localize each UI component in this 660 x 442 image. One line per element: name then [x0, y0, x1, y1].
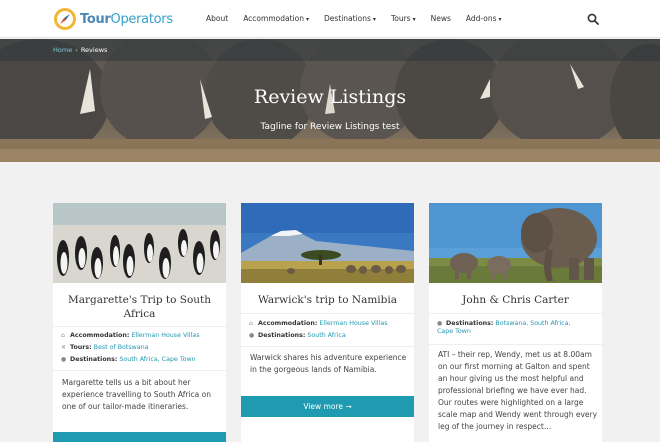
elephants-image[interactable]: [429, 203, 602, 283]
site-header: TourOperators About Accommodation ▾ Desti…: [0, 0, 660, 38]
page-title: Review Listings: [253, 86, 407, 108]
chevron-down-icon: ▾: [412, 16, 416, 23]
breadcrumb: Home › Reviews: [53, 46, 107, 54]
logo-text: TourOperators: [80, 11, 173, 27]
nav-destinations[interactable]: Destinations ▾: [324, 14, 376, 23]
home-icon: ⌂: [249, 320, 253, 327]
review-card: John & Chris Carter ● Destinations: Bots…: [429, 203, 602, 442]
tag-icon: ✕: [61, 344, 67, 351]
divider: [241, 346, 414, 347]
nav-add-ons[interactable]: Add-ons ▾: [466, 14, 502, 23]
globe-icon: ●: [249, 332, 255, 339]
main-nav: About Accommodation ▾ Destinations ▾ Tours…: [206, 14, 517, 23]
nav-news[interactable]: News: [431, 14, 451, 23]
divider: [429, 313, 602, 314]
view-more-button[interactable]: [53, 432, 226, 442]
divider: [53, 326, 226, 327]
hero-banner: Home › Reviews Review Listings Tagline for…: [0, 39, 660, 162]
card-title[interactable]: Warwick's trip to Namibia: [249, 293, 406, 307]
review-card: Margarette's Trip to South Africa ⌂ Acco…: [53, 203, 226, 442]
nav-accommodation[interactable]: Accommodation ▾: [243, 14, 309, 23]
card-excerpt: Margarette tells us a bit about her expe…: [62, 378, 211, 411]
review-card: Warwick's trip to Namibia ⌂ Accommodatio…: [241, 203, 414, 442]
globe-icon: ●: [437, 320, 443, 327]
accommodation-link[interactable]: Ellerman House Villas: [319, 320, 387, 327]
search-icon[interactable]: [587, 13, 599, 25]
penguins-image[interactable]: [53, 203, 226, 283]
chevron-down-icon: ▾: [498, 16, 502, 23]
card-meta: ⌂ Accommodation: Ellerman House Villas ●…: [249, 320, 388, 339]
divider: [429, 344, 602, 345]
nav-tours[interactable]: Tours ▾: [391, 14, 416, 23]
compass-icon: [54, 8, 76, 30]
tours-link[interactable]: Best of Botswana: [94, 344, 149, 351]
globe-icon: ●: [61, 356, 67, 363]
breadcrumb-home[interactable]: Home: [53, 46, 72, 54]
home-icon: ⌂: [61, 332, 65, 339]
destinations-link[interactable]: South Africa, Cape Town: [119, 356, 195, 363]
card-title[interactable]: Margarette's Trip to South Africa: [61, 293, 218, 321]
view-more-button[interactable]: View more →: [241, 396, 414, 417]
card-excerpt: ATI – their rep, Wendy, met us at 8.00am…: [438, 350, 598, 431]
chevron-down-icon: ▾: [305, 16, 309, 23]
card-title[interactable]: John & Chris Carter: [437, 293, 594, 307]
kilimanjaro-image[interactable]: [241, 203, 414, 283]
accommodation-link[interactable]: Ellerman House Villas: [131, 332, 199, 339]
destinations-link[interactable]: South Africa: [307, 332, 345, 339]
page-tagline: Tagline for Review Listings test: [260, 122, 400, 132]
breadcrumb-current: Reviews: [80, 46, 108, 54]
card-meta: ⌂ Accommodation: Ellerman House Villas ✕…: [61, 332, 200, 363]
chevron-down-icon: ▾: [372, 16, 376, 23]
card-excerpt: Warwick shares his adventure experience …: [250, 353, 407, 374]
divider: [241, 313, 414, 314]
card-meta: ● Destinations: Botswana, South Africa, …: [437, 320, 571, 335]
nav-about[interactable]: About: [206, 14, 228, 23]
divider: [53, 370, 226, 371]
site-logo[interactable]: TourOperators: [53, 7, 173, 31]
breadcrumb-separator: ›: [75, 46, 78, 54]
